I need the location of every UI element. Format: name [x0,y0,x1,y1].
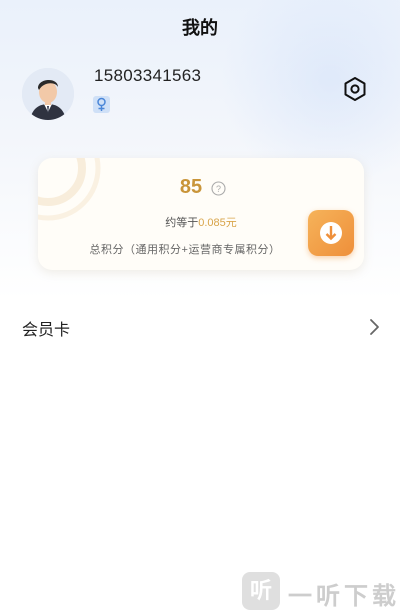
points-value: 85 [179,176,203,198]
approx-value: 0.085元 [198,217,237,229]
download-button[interactable] [308,210,354,256]
svg-text:?: ? [216,184,221,194]
watermark-logo: 听 [242,572,280,610]
avatar[interactable] [22,68,74,120]
member-card-label: 会员卡 [22,322,71,339]
female-gender-icon [93,96,110,113]
page-title: 我的 [182,18,218,38]
total-points-label: 总积分（通用积分+运营商专属积分） [89,244,281,256]
question-circle-icon[interactable]: ? [211,181,226,196]
watermark-text: 一听下载 [288,583,400,610]
avatar-image [22,68,74,120]
points-card[interactable]: 85 ? 约等于0.085元 总积分（通用积分+运营商专属积分） [38,158,364,270]
settings-icon[interactable] [340,74,370,104]
download-icon [320,222,342,244]
watermark: 听 一听下载 [242,568,400,612]
chevron-right-icon [367,318,381,336]
phone-number: 15803341563 [94,66,202,85]
approx-prefix: 约等于 [165,217,199,229]
member-card-row[interactable]: 会员卡 [0,308,400,346]
